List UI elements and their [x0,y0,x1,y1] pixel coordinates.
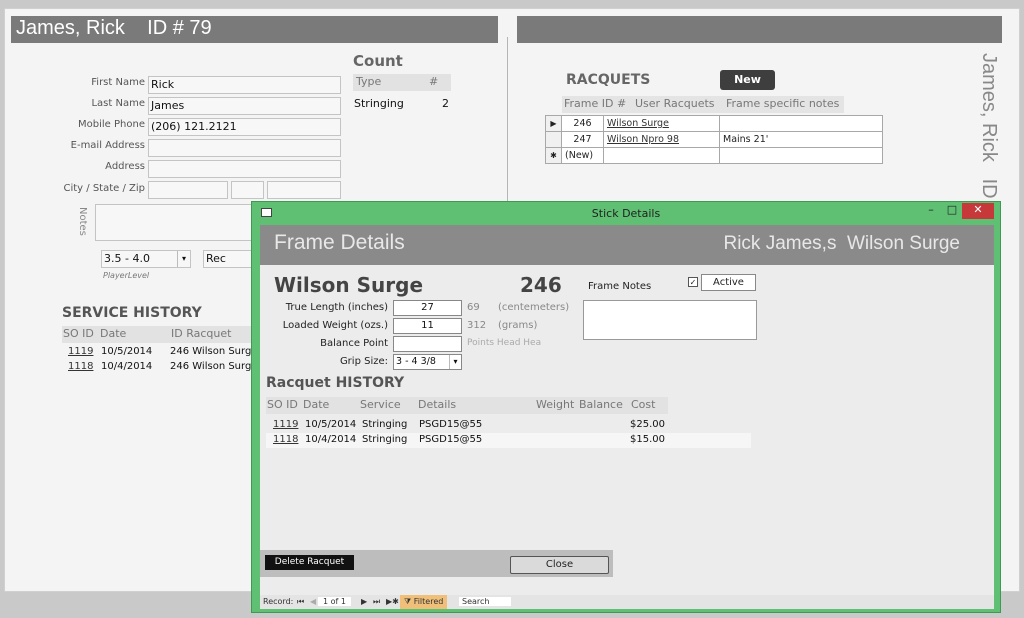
racquet-link[interactable]: Wilson Npro 98 [607,134,679,145]
racquets-header: Frame ID # User Racquets Frame specific … [562,96,844,113]
search-box[interactable]: Search [459,597,511,606]
state-field[interactable] [231,181,264,199]
notes-label: Notes [77,207,88,236]
count-col-type: Type [356,75,382,88]
rec-field[interactable]: Rec [203,250,253,268]
grip-size-value: 3 - 4 3/8 [396,356,436,367]
new-racquet-button[interactable]: New [720,70,775,90]
dialog-title: Stick Details [591,207,661,220]
true-length-field[interactable]: 27 [393,300,462,316]
racquet-name: Wilson Surge [274,273,424,297]
address-field[interactable] [148,160,341,178]
balance-point-label: Balance Point [320,338,388,349]
player-level-caption: PlayerLevel [103,271,150,280]
so-id-link[interactable]: 1118 [68,361,93,372]
stick-details-dialog: Stick Details – □ ✕ Frame Details Rick J… [251,201,1001,613]
count-row: Stringing 2 [354,97,449,110]
first-record-icon[interactable]: ⏮ [297,597,304,607]
balance-hint: Points Head Hea [467,338,542,348]
count-header: Type # [353,74,451,91]
address-label: Address [105,161,145,172]
new-record-row[interactable]: ✱ (New) [545,147,883,164]
grams-label: (grams) [498,320,538,331]
close-button[interactable]: Close [510,556,609,574]
count-title: Count [353,52,403,70]
cm-label: (centemeters) [498,302,570,313]
last-name-field[interactable]: James [148,97,341,115]
loaded-weight-label: Loaded Weight (ozs.) [282,320,388,331]
first-name-label: First Name [91,77,145,88]
racquets-title: RACQUETS [566,72,651,88]
filtered-toggle[interactable]: ⧩ Filtered [400,595,448,609]
weight-grams: 312 [467,320,487,331]
previous-record-icon[interactable]: ◀ [310,597,316,606]
so-id-link[interactable]: 1119 [273,419,298,430]
new-record-nav-icon[interactable]: ▶✱ [386,597,399,606]
frame-owner-title: Rick James,s Wilson Surge [723,233,960,254]
close-icon[interactable]: ✕ [962,203,994,219]
mobile-phone-label: Mobile Phone [78,119,145,130]
right-header-bar [517,16,1002,43]
active-checkbox[interactable]: ✓ [688,277,698,287]
table-row: 1118 10/4/2014 Stringing PSGD15@55 $15.0… [266,433,751,448]
vertical-customer-name: James, Rick ID [978,53,1000,199]
chevron-down-icon: ▾ [177,251,190,267]
email-field[interactable] [148,139,341,157]
zip-field[interactable] [267,181,341,199]
racquet-link[interactable]: Wilson Surge [607,118,669,129]
notes-field[interactable] [95,204,255,241]
count-col-num: # [429,75,439,88]
record-navigation-bar: Record: ⏮ ◀ 1 of 1 ▶ ⏭ ▶✱ ⧩ Filtered Sea… [260,595,994,609]
table-row[interactable]: 247 Wilson Npro 98 Mains 21' [545,131,883,148]
chevron-down-icon: ▾ [449,355,461,369]
player-level-value: 3.5 - 4.0 [104,252,150,265]
customer-title: James, Rick ID # 79 [11,16,498,43]
frame-details-title: Frame Details [274,231,405,254]
next-record-icon[interactable]: ▶ [361,597,367,606]
last-record-icon[interactable]: ⏭ [373,597,380,607]
record-position[interactable]: 1 of 1 [318,597,351,606]
racquet-history-title: Racquet HISTORY [266,375,405,391]
so-id-link[interactable]: 1118 [273,434,298,445]
first-name-field[interactable]: Rick [148,76,341,94]
grip-size-select[interactable]: 3 - 4 3/8 ▾ [393,354,462,370]
dialog-titlebar: Stick Details – □ ✕ [252,202,1000,224]
dialog-body: Frame Details Rick James,s Wilson Surge … [260,225,994,595]
true-length-label: True Length (inches) [285,302,388,313]
email-label: E-mail Address [70,140,145,151]
dialog-button-bar: Delete Racquet Close [260,550,613,577]
player-level-select[interactable]: 3.5 - 4.0 ▾ [101,250,191,268]
record-label: Record: [263,597,294,606]
table-row[interactable]: ▶ 246 Wilson Surge [545,115,883,132]
table-row: 1118 10/4/2014 246 Wilson Surge [68,361,258,372]
so-id-link[interactable]: 1119 [68,346,93,357]
last-name-label: Last Name [91,98,145,109]
service-history-header: SO ID Date ID Racquet [62,326,252,343]
frame-id: 246 [520,273,562,297]
new-record-icon: ✱ [545,147,562,164]
racquets-table: ▶ 246 Wilson Surge 247 Wilson Npro 98 Ma… [545,115,883,164]
balance-point-field[interactable] [393,336,462,352]
loaded-weight-field[interactable]: 11 [393,318,462,334]
grip-size-label: Grip Size: [339,356,388,367]
maximize-icon[interactable]: □ [945,203,959,219]
mobile-phone-field[interactable]: (206) 121.2121 [148,118,341,136]
frame-header-band: Frame Details Rick James,s Wilson Surge [260,225,994,265]
active-label: Active [701,274,756,291]
frame-notes-field[interactable] [583,300,757,340]
service-history-title: SERVICE HISTORY [62,305,202,321]
minimize-icon[interactable]: – [924,203,938,219]
table-row: 1119 10/5/2014 246 Wilson Surge [68,346,258,357]
filter-icon: ⧩ [404,597,414,606]
city-field[interactable] [148,181,228,199]
table-row: 1119 10/5/2014 Stringing PSGD15@55 $25.0… [273,419,665,430]
section-divider [507,37,508,207]
city-state-zip-label: City / State / Zip [63,183,146,194]
true-length-cm: 69 [467,302,480,313]
racquet-history-header: SO ID Date Service Details Weight Balanc… [266,397,668,414]
record-selector-icon[interactable]: ▶ [545,115,562,132]
frame-notes-label: Frame Notes [588,281,652,292]
delete-racquet-button[interactable]: Delete Racquet [265,555,354,570]
